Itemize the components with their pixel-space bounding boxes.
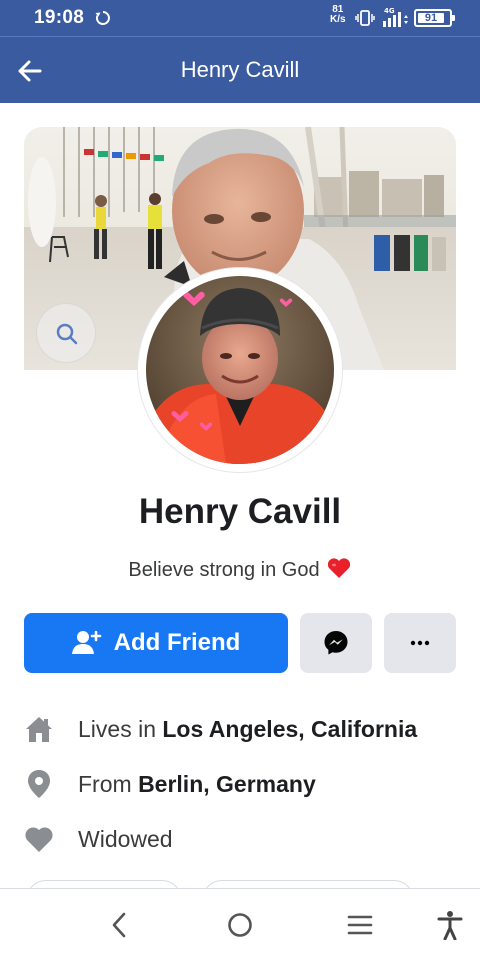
heart-icon [24,824,54,854]
network-speed: 81 K/s [330,5,346,25]
profile-bio: Believe strong in God [0,556,480,582]
sync-icon [95,11,110,25]
app-header: Henry Cavill [0,36,480,103]
detail-from: From Berlin, Germany [24,764,316,804]
from-value[interactable]: Berlin, Germany [138,771,316,797]
accessibility-icon[interactable] [434,909,466,941]
lives-in-text: Lives in Los Angeles, California [78,716,417,743]
location-pin-icon [24,769,54,799]
speed-unit: K/s [330,14,346,25]
search-icon [56,323,78,345]
person-add-icon [71,630,101,654]
page-title: Henry Cavill [180,57,300,82]
red-heart-icon [327,558,350,578]
lives-in-value[interactable]: Los Angeles, California [162,716,417,742]
back-nav-icon[interactable] [103,909,135,941]
more-button[interactable] [384,613,456,673]
search-icon-button[interactable] [36,303,96,363]
detail-relationship: Widowed [24,819,173,859]
home-icon [24,714,54,744]
status-bar: 19:08 81 K/s 4G 91 [0,0,480,36]
avatar[interactable] [146,276,334,464]
messenger-button[interactable] [300,613,372,673]
profile-name: Henry Cavill [138,492,342,531]
vibrate-icon [355,10,375,26]
from-prefix: From [78,770,139,797]
status-time: 19:08 [34,7,85,28]
home-nav-icon[interactable] [224,909,256,941]
relationship-text: Widowed [78,825,173,852]
profile-avatar-ring[interactable] [138,268,342,472]
from-text: From Berlin, Germany [78,771,316,798]
signal-icon: 4G [383,7,408,27]
battery-level: 91 [424,12,438,24]
add-friend-button[interactable]: Add Friend [24,613,288,673]
detail-lives-in: Lives in Los Angeles, California [24,709,417,749]
lives-in-prefix: Lives in [78,715,163,742]
messenger-icon [324,631,348,655]
system-navigation-bar [0,888,480,960]
recents-nav-icon[interactable] [344,909,376,941]
battery-icon: 91 [414,9,455,27]
network-type-label: 4G [384,7,395,15]
bio-text: Believe strong in God [128,559,320,581]
more-dots-icon [410,640,430,646]
add-friend-label: Add Friend [113,629,241,656]
